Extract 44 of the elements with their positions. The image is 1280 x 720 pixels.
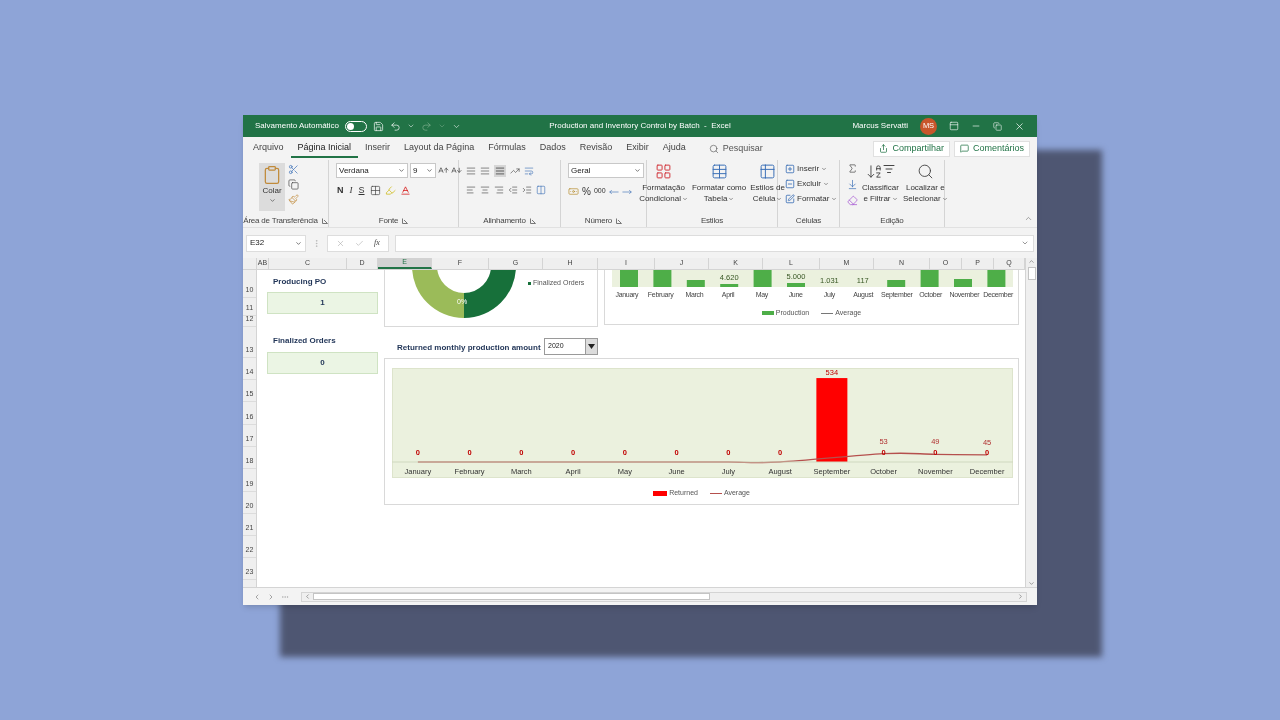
autosave-label: Salvamento Automático xyxy=(255,120,340,132)
function-icon[interactable]: fx xyxy=(374,237,380,249)
group-label: Células xyxy=(795,215,822,227)
number-format-field[interactable]: Geral xyxy=(568,163,644,178)
font-name-field[interactable]: Verdana xyxy=(336,163,408,178)
ribbon-tab[interactable]: Ajuda xyxy=(655,139,693,158)
editing-button[interactable]: Classificar e Filtrar xyxy=(862,163,899,206)
group-label: Alinhamento xyxy=(483,215,526,227)
share-button[interactable]: Compartilhar xyxy=(873,140,950,157)
ribbon-tab[interactable]: Inserir xyxy=(358,139,398,158)
cells-button[interactable]: Excluir xyxy=(785,178,838,190)
comments-button[interactable]: Comentários xyxy=(953,140,1030,157)
kpi-title: Producing PO xyxy=(273,276,327,288)
group-label: Fonte xyxy=(378,215,399,227)
chart-title: Returned monthly production amount xyxy=(397,342,541,354)
ribbon-tab[interactable]: Fórmulas xyxy=(481,139,533,158)
paste-button[interactable]: Colar xyxy=(259,163,285,211)
ribbon-tab[interactable]: Página Inicial xyxy=(290,139,359,158)
name-box[interactable]: E32 xyxy=(246,234,306,252)
cells-button[interactable]: Inserir xyxy=(785,163,838,175)
search-field[interactable]: Pesquisar xyxy=(722,141,803,156)
user-name: Marcus Servatti xyxy=(852,120,908,132)
group-label: Edição xyxy=(880,215,904,227)
ribbon-tab[interactable]: Exibir xyxy=(619,139,656,158)
ribbon-tab[interactable]: Dados xyxy=(532,139,573,158)
bold-button[interactable]: N xyxy=(336,184,345,198)
style-button[interactable]: Formatar como Tabela xyxy=(691,163,747,204)
ribbon-tab[interactable]: Arquivo xyxy=(246,139,291,158)
cells-button[interactable]: Formatar xyxy=(785,193,838,205)
editing-button[interactable]: Localizar e Selecionar xyxy=(902,163,948,206)
kpi-value: 1 xyxy=(267,292,378,314)
ribbon-tab[interactable]: Layout da Página xyxy=(397,139,482,158)
window-title: Production and Inventory Control by Batch - Excel xyxy=(549,120,731,132)
group-label: Número xyxy=(584,215,613,227)
italic-button[interactable]: I xyxy=(348,184,354,198)
group-label: Estilos xyxy=(700,215,724,227)
group-label: Área de Transferência xyxy=(243,215,318,227)
ribbon-tab[interactable]: Revisão xyxy=(572,139,620,158)
font-size-field[interactable]: 9 xyxy=(410,163,436,178)
kpi-title: Finalized Orders xyxy=(273,335,336,347)
percent-button[interactable]: % xyxy=(582,184,591,199)
underline-button[interactable]: S xyxy=(357,184,366,198)
style-button[interactable]: Estilos de Célula xyxy=(750,163,785,204)
kpi-value: 0 xyxy=(267,352,378,374)
